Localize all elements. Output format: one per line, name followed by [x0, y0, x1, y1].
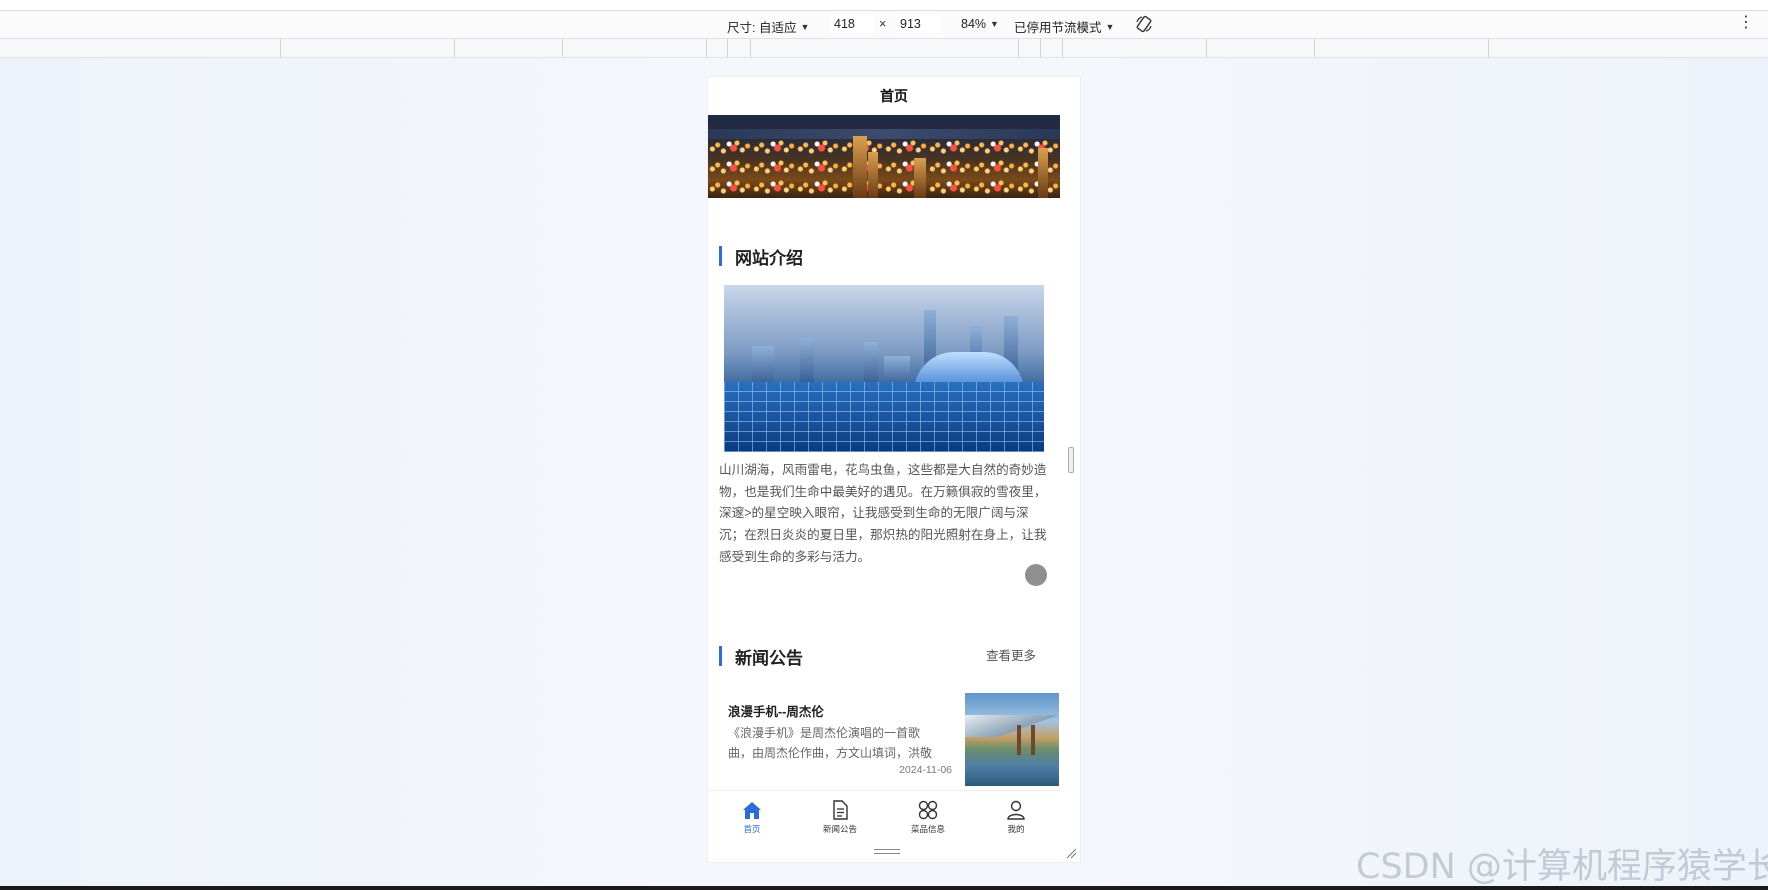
resize-grip-icon[interactable] — [1065, 847, 1077, 859]
dimensions-dropdown[interactable]: 尺寸: 自适应 ▼ — [727, 17, 809, 36]
ruler-tick — [280, 39, 281, 57]
ruler-tick — [727, 39, 728, 57]
tab-label: 我的 — [1007, 824, 1025, 834]
news-item-summary: 《浪漫手机》是周杰伦演唱的一首歌曲，由周杰伦作曲，方文山填词，洪敬 — [728, 726, 933, 760]
page-title: 首页 — [880, 88, 908, 104]
user-icon — [1007, 800, 1025, 820]
bottom-tab-bar: 首页 新闻公告 菜品信息 我的 — [708, 790, 1060, 837]
times-symbol: × — [879, 17, 887, 31]
chevron-down-icon: ▼ — [990, 19, 999, 29]
news-item-thumbnail — [965, 693, 1059, 786]
document-icon — [833, 800, 848, 820]
intro-text: 山川湖海，风雨雷电，花鸟虫鱼，这些都是大自然的奇妙造物，也是我们生命中最美好的遇… — [719, 463, 1047, 564]
tab-news[interactable]: 新闻公告 — [796, 791, 884, 837]
zoom-dropdown[interactable]: 84% ▼ — [961, 17, 999, 31]
ruler-tick — [1488, 39, 1489, 57]
thumb-mountain — [965, 715, 1059, 737]
height-input[interactable]: 913 — [896, 15, 940, 33]
kebab-icon[interactable]: ⋮ — [1738, 14, 1754, 32]
dimensions-label: 尺寸: 自适应 — [727, 21, 797, 35]
intro-grid — [724, 382, 1044, 452]
ruler-tick — [706, 39, 707, 57]
chevron-down-icon: ▼ — [1105, 21, 1115, 32]
ruler-tick — [1206, 39, 1207, 57]
scrollbar-thumb[interactable] — [1068, 447, 1074, 473]
banner-tower — [1038, 148, 1048, 198]
tab-label: 新闻公告 — [822, 824, 857, 834]
window-bottom-border — [0, 886, 1768, 890]
ruler-tick — [454, 39, 455, 57]
thumb-tree — [1017, 725, 1021, 755]
tab-label: 首页 — [743, 824, 761, 834]
window-top-strip — [0, 0, 1768, 11]
banner-image[interactable] — [708, 115, 1060, 198]
throttle-dropdown[interactable]: 已停用节流模式 ▼ — [1014, 17, 1114, 36]
tab-dishes[interactable]: 菜品信息 — [884, 791, 972, 837]
thumb-tree — [1031, 725, 1035, 755]
news-item-title: 浪漫手机--周杰伦 — [728, 705, 824, 719]
banner-tower — [853, 136, 867, 198]
banner-tower — [914, 158, 926, 198]
view-more-link[interactable]: 查看更多 — [986, 645, 1036, 664]
grid-icon — [918, 800, 938, 820]
watermark-text: CSDN @计算机程序猿学长 — [1356, 847, 1768, 887]
rotate-icon[interactable] — [1134, 14, 1154, 34]
intro-section-title: 网站介绍 — [719, 244, 803, 269]
chevron-down-icon: ▼ — [800, 21, 810, 32]
intro-image — [724, 285, 1044, 452]
news-list-item[interactable]: 浪漫手机--周杰伦 《浪漫手机》是周杰伦演唱的一首歌曲，由周杰伦作曲，方文山填词… — [719, 693, 1059, 788]
home-icon — [743, 802, 761, 819]
ruler-tick — [750, 39, 751, 57]
ruler-tick — [1040, 39, 1041, 57]
ruler-tick — [1314, 39, 1315, 57]
floating-button[interactable] — [1025, 564, 1047, 586]
tab-profile[interactable]: 我的 — [972, 791, 1060, 837]
ruler-tick — [1062, 39, 1063, 57]
drag-handle[interactable] — [874, 849, 900, 854]
banner-lights — [708, 137, 1060, 198]
throttle-label: 已停用节流模式 — [1014, 21, 1102, 35]
zoom-label: 84% — [961, 17, 987, 31]
news-item-date: 2024-11-06 — [899, 764, 952, 776]
news-section-title: 新闻公告 — [719, 644, 803, 669]
tab-home[interactable]: 首页 — [708, 791, 796, 837]
tab-label: 菜品信息 — [910, 824, 945, 834]
width-input[interactable]: 418 — [830, 15, 874, 33]
media-query-ruler — [0, 39, 1768, 58]
ruler-tick — [1018, 39, 1019, 57]
mobile-viewport: 首页 网站介绍 山川湖海，风雨雷电，花鸟虫鱼，这些都是大自然的奇妙造物，也是我们… — [708, 77, 1080, 862]
device-toolbar: 尺寸: 自适应 ▼ 418 × 913 84% ▼ 已停用节流模式 ▼ ⋮ — [0, 11, 1768, 39]
ruler-tick — [562, 39, 563, 57]
banner-tower — [868, 152, 878, 198]
